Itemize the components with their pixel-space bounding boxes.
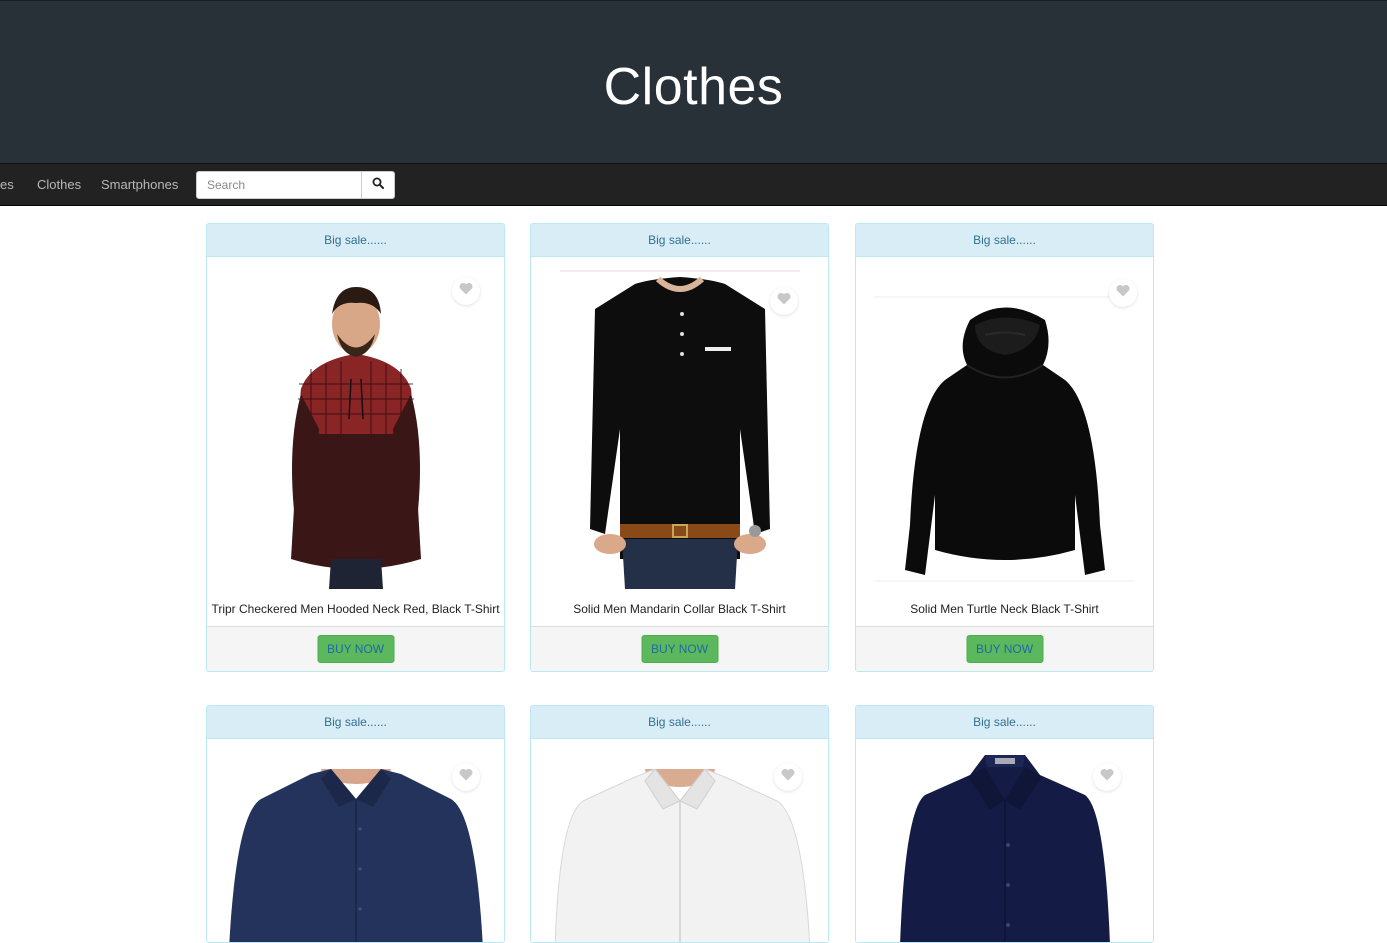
wishlist-button[interactable] [774,763,802,791]
product-image[interactable] [544,768,815,942]
wishlist-button[interactable] [452,277,480,305]
product-title[interactable]: Tripr Checkered Men Hooded Neck Red, Bla… [207,602,504,616]
product-badge: Big sale...... [856,706,1153,739]
wishlist-button[interactable] [1093,763,1121,791]
heart-icon [781,768,795,786]
product-image[interactable] [240,269,471,594]
page-header: Clothes [0,0,1387,163]
search-button[interactable] [362,171,395,199]
product-badge: Big sale...... [531,706,828,739]
buy-now-button[interactable]: BUY NOW [317,635,394,663]
product-card: Big sale...... [530,223,829,672]
product-badge: Big sale...... [856,224,1153,257]
wishlist-button[interactable] [770,287,798,315]
product-card: Big sale...... [206,705,505,943]
product-image[interactable] [889,755,1120,942]
heart-icon [1100,768,1114,786]
product-card: Big sale...... [206,223,505,672]
product-image[interactable] [559,269,800,594]
nav-item-clothes[interactable]: Clothes [37,177,81,192]
nav-item-smartphones[interactable]: Smartphones [101,177,178,192]
wishlist-button[interactable] [1109,279,1137,307]
buy-now-button[interactable]: BUY NOW [641,635,718,663]
nav-item-partial[interactable]: es [0,177,14,192]
heart-icon [459,768,473,786]
product-badge: Big sale...... [207,224,504,257]
product-badge: Big sale...... [531,224,828,257]
buy-now-button[interactable]: BUY NOW [966,635,1043,663]
product-card: Big sale...... Solid Men Turtle Neck Bla… [855,223,1154,672]
heart-icon [1116,284,1130,302]
product-image[interactable] [220,769,491,942]
navbar: es Clothes Smartphones [0,163,1387,206]
wishlist-button[interactable] [452,763,480,791]
search-icon [372,176,384,194]
heart-icon [459,282,473,300]
heart-icon [777,292,791,310]
product-title[interactable]: Solid Men Mandarin Collar Black T-Shirt [531,602,828,616]
product-badge: Big sale...... [207,706,504,739]
search-input[interactable] [196,171,362,199]
search-form [196,171,395,199]
product-image[interactable] [874,295,1135,590]
product-title[interactable]: Solid Men Turtle Neck Black T-Shirt [856,602,1153,616]
page-title: Clothes [603,58,784,116]
product-card: Big sale...... [855,705,1154,943]
product-card: Big sale...... [530,705,829,943]
